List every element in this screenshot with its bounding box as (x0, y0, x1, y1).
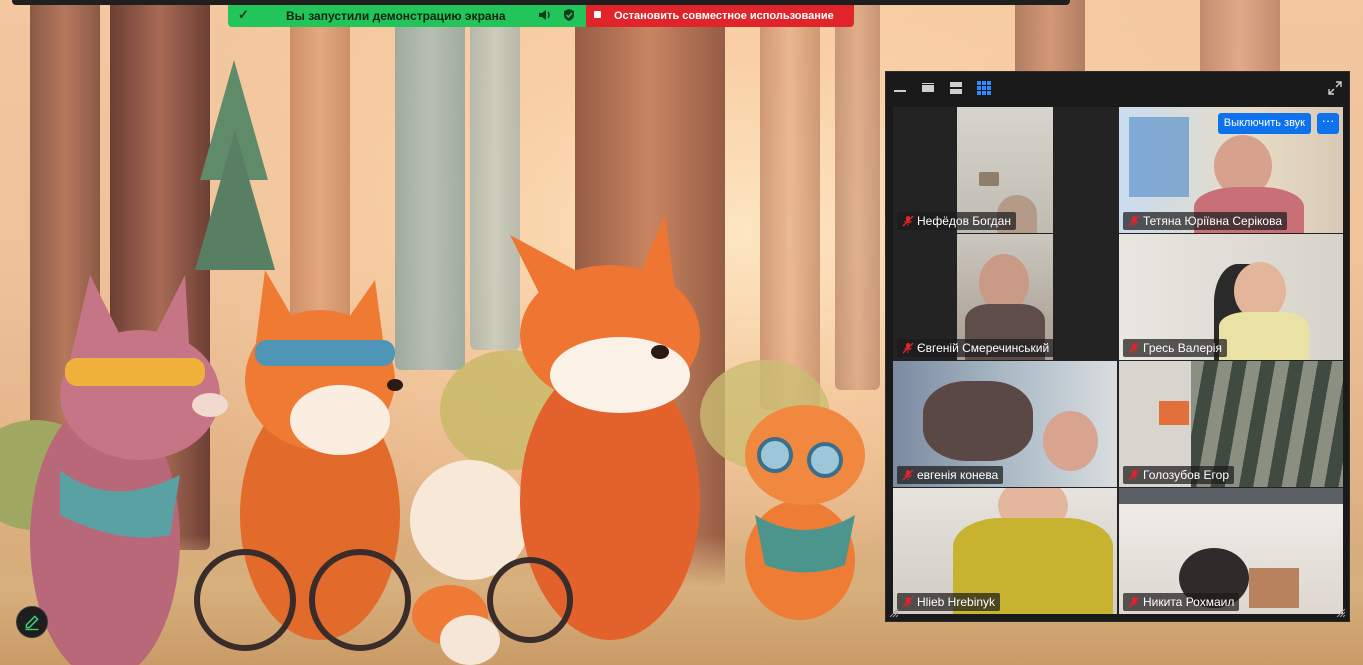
participant-name-tag: Голозубов Егор (1123, 466, 1235, 484)
participant-name-tag: Євгеній Смеречинський (897, 339, 1055, 357)
participant-name: Євгеній Смеречинський (917, 341, 1050, 355)
participant-name-tag: Hlieb Hrebinyk (897, 593, 1001, 611)
participant-tile[interactable]: евгенія конева (893, 361, 1117, 487)
pin-icon[interactable]: ✓ (238, 7, 249, 23)
muted-mic-icon (902, 342, 914, 354)
muted-mic-icon (1128, 596, 1140, 608)
baby-fox (412, 585, 500, 665)
gallery-view-icon[interactable] (976, 80, 992, 96)
more-options-button[interactable]: ··· (1317, 113, 1339, 134)
participant-name-tag: евгенія конева (897, 466, 1004, 484)
stop-icon (594, 11, 601, 18)
participant-tile-active-speaker[interactable]: Никита Рохмаил (1119, 488, 1343, 614)
expand-icon[interactable] (1327, 80, 1343, 96)
participant-tile[interactable]: Выключить звук ··· Тетяна Юріївна Серіко… (1119, 107, 1343, 233)
participant-name: Тетяна Юріївна Серікова (1143, 214, 1283, 228)
resize-handle-icon[interactable] (1336, 608, 1346, 618)
panel-header (886, 72, 1349, 104)
blindfolded-fox (194, 270, 411, 651)
participant-name: Hlieb Hrebinyk (917, 595, 996, 609)
participant-name-tag: Гресь Валерія (1123, 339, 1227, 357)
participant-tile[interactable]: Нефёдов Богдан (893, 107, 1117, 233)
participant-tile[interactable]: Голозубов Егор (1119, 361, 1343, 487)
muted-mic-icon (1128, 215, 1140, 227)
participant-name: Гресь Валерія (1143, 341, 1222, 355)
annotate-button[interactable] (16, 606, 48, 638)
screen-share-status[interactable]: ✓ Вы запустили демонстрацию экрана (228, 5, 586, 27)
gallery-view-panel[interactable]: Нефёдов Богдан Выключить звук ··· Тетяна… (885, 71, 1350, 622)
screen-share-status-text: Вы запустили демонстрацию экрана (286, 9, 506, 23)
muted-mic-icon (902, 469, 914, 481)
muted-mic-icon (902, 215, 914, 227)
participant-name-tag: Тетяна Юріївна Серікова (1123, 212, 1288, 230)
participant-name: Никита Рохмаил (1143, 595, 1235, 609)
participant-tile[interactable]: Євгеній Смеречинський (893, 234, 1117, 360)
sitting-fox (410, 215, 700, 643)
participant-name-tag: Нефёдов Богдан (897, 212, 1016, 230)
mute-participant-button[interactable]: Выключить звук (1217, 113, 1311, 134)
foxes-illustration (30, 215, 865, 665)
participant-name: Нефёдов Богдан (917, 214, 1011, 228)
screen-share-bar: ✓ Вы запустили демонстрацию экрана Остан… (228, 5, 854, 27)
speaker-icon[interactable] (538, 8, 552, 22)
stop-share-button[interactable]: Остановить совместное использование (586, 5, 854, 27)
participant-tile[interactable]: Hlieb Hrebinyk (893, 488, 1117, 614)
shield-icon[interactable] (562, 8, 576, 22)
participant-name: евгенія конева (917, 468, 999, 482)
small-fox-with-glasses (745, 405, 865, 620)
participant-name-tag: Никита Рохмаил (1123, 593, 1240, 611)
minimize-icon[interactable] (892, 80, 908, 96)
pencil-icon (25, 615, 39, 631)
muted-mic-icon (902, 596, 914, 608)
participant-name: Голозубов Егор (1143, 468, 1230, 482)
filmstrip-view-icon[interactable] (948, 80, 964, 96)
stop-share-label: Остановить совместное использование (614, 10, 834, 22)
muted-mic-icon (1128, 469, 1140, 481)
participant-tile[interactable]: Гресь Валерія (1119, 234, 1343, 360)
participant-grid: Нефёдов Богдан Выключить звук ··· Тетяна… (893, 107, 1343, 614)
speaker-view-icon[interactable] (920, 80, 936, 96)
resize-handle-icon[interactable] (889, 608, 899, 618)
muted-mic-icon (1128, 342, 1140, 354)
